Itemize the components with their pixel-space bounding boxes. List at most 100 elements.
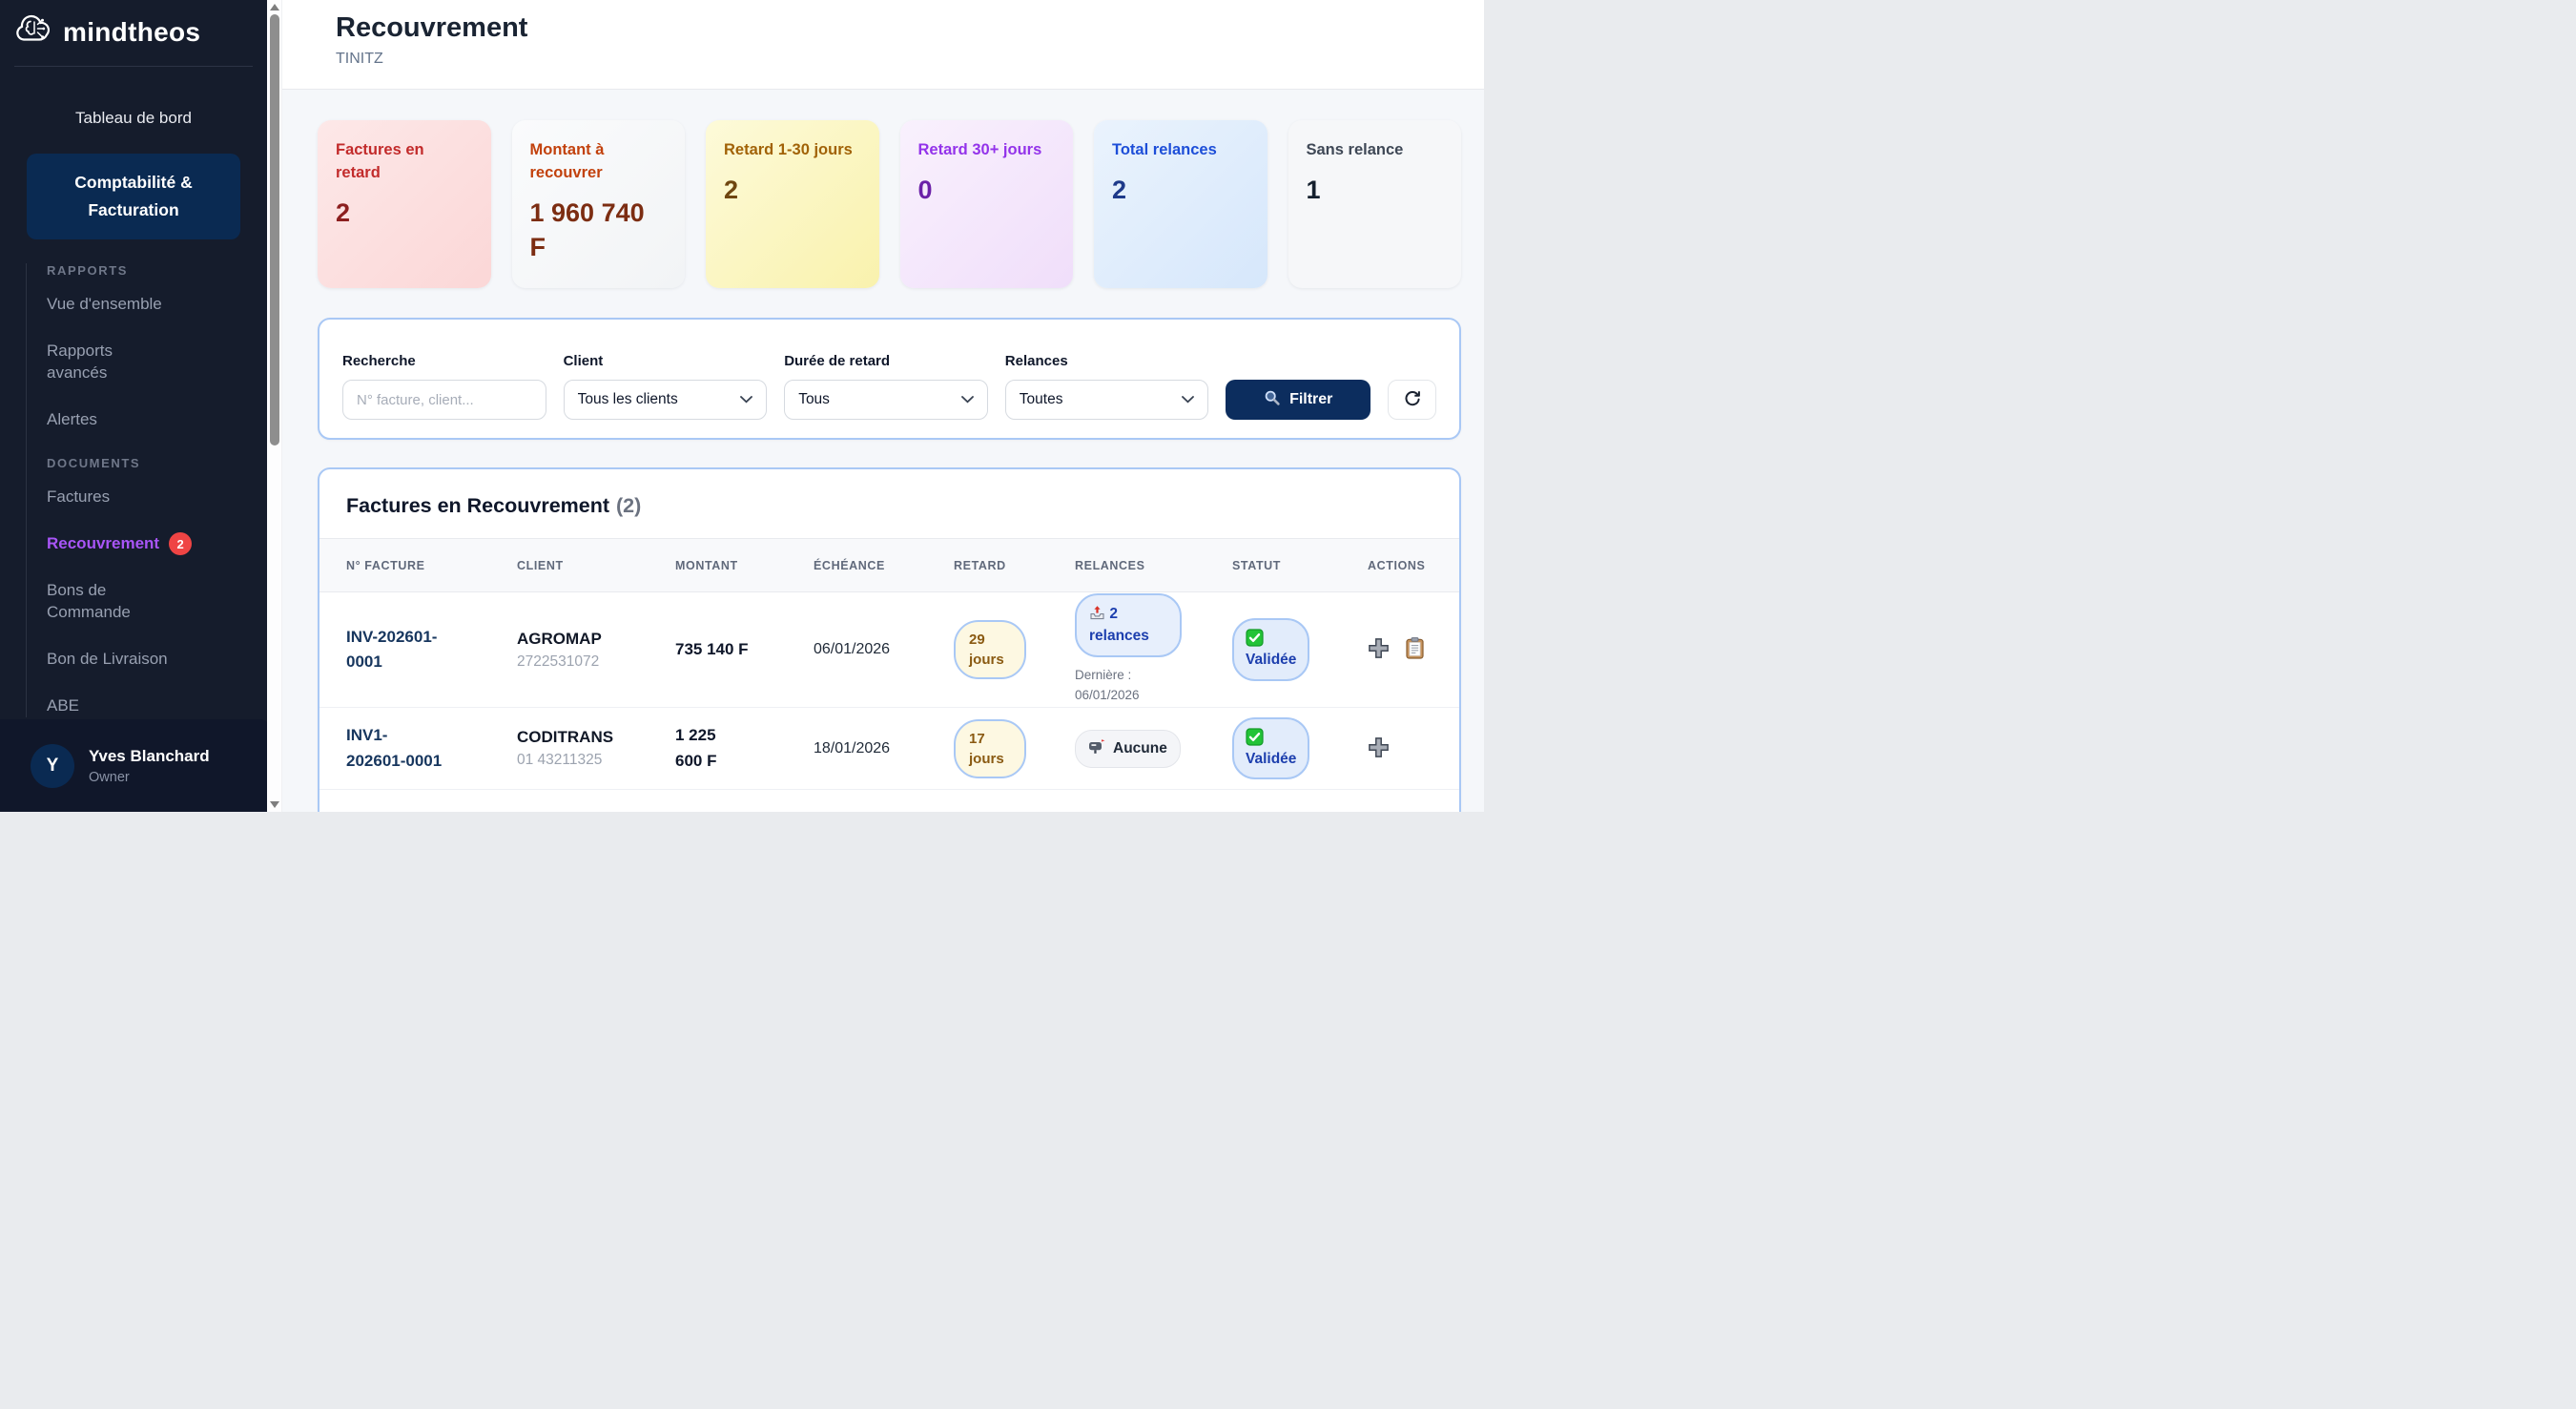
sidebar-item-abe[interactable]: ABE xyxy=(47,695,175,717)
sidebar-scrollbar[interactable] xyxy=(267,0,282,812)
sidebar-item-bon-de-livraison[interactable]: Bon de Livraison xyxy=(47,649,175,671)
delay-field-group: Durée de retard Tous xyxy=(784,353,988,420)
stat-card-factures-en-retard: Factures en retard 2 xyxy=(318,120,491,288)
stat-value: 1 xyxy=(1307,173,1444,207)
report-clipboard-button[interactable] xyxy=(1406,637,1424,662)
filter-button-label: Filtrer xyxy=(1289,391,1332,408)
column-header-statut: STATUT xyxy=(1232,559,1368,572)
green-check-icon xyxy=(1246,728,1296,746)
sidebar-item-tableau-de-bord[interactable]: Tableau de bord xyxy=(0,109,267,128)
delay-badge: 17 jours xyxy=(954,719,1026,778)
clipboard-icon xyxy=(1406,637,1424,662)
stat-label: Retard 1-30 jours xyxy=(724,139,861,162)
column-header-echeance: ÉCHÉANCE xyxy=(814,559,954,572)
stat-card-retard-30-plus-jours: Retard 30+ jours 0 xyxy=(900,120,1074,288)
user-card[interactable]: Y Yves Blanchard Owner xyxy=(0,719,267,812)
search-input[interactable] xyxy=(342,380,546,420)
status-badge: Validée xyxy=(1232,618,1309,681)
last-relance-label: Dernière : xyxy=(1075,666,1232,686)
client-field-group: Client Tous les clients xyxy=(564,353,768,420)
actions-cell xyxy=(1368,736,1459,761)
client-cell: CODITRANS 01 43211325 xyxy=(517,728,675,769)
page-title: Recouvrement xyxy=(336,12,1484,44)
stat-value: 2 xyxy=(1112,173,1249,207)
stat-label: Factures en retard xyxy=(336,139,473,185)
last-relance-date: 06/01/2026 xyxy=(1075,686,1232,706)
table-title: Factures en Recouvrement(2) xyxy=(319,469,1459,538)
sidebar-item-recouvrement[interactable]: Recouvrement 2 xyxy=(47,532,237,555)
sidebar: mindtheos Tableau de bord Comptabilité &… xyxy=(0,0,267,812)
refresh-button[interactable] xyxy=(1388,380,1436,420)
search-label: Recherche xyxy=(342,353,546,369)
stat-card-total-relances: Total relances 2 xyxy=(1094,120,1267,288)
column-header-montant: MONTANT xyxy=(675,559,814,572)
plus-icon xyxy=(1368,637,1390,662)
amount-cell: 735 140 F xyxy=(675,637,752,662)
invoice-number-link[interactable]: INV-202601-0001 xyxy=(346,625,444,675)
stat-label: Sans relance xyxy=(1307,139,1444,162)
relances-select[interactable]: Toutes xyxy=(1005,380,1209,420)
relances-label: Relances xyxy=(1005,353,1209,369)
sidebar-item-bons-de-commande[interactable]: Bons de Commande xyxy=(47,580,175,624)
chevron-down-icon xyxy=(740,391,752,408)
magnifier-icon xyxy=(1264,389,1281,411)
delay-cell: 29 jours xyxy=(954,620,1075,679)
client-name: AGROMAP xyxy=(517,630,675,649)
add-relance-button[interactable] xyxy=(1368,637,1390,662)
scrollbar-up-arrow-icon[interactable] xyxy=(270,4,279,10)
stat-label: Total relances xyxy=(1112,139,1249,162)
page-subtitle: TINITZ xyxy=(336,51,1484,68)
stat-value: 2 xyxy=(336,196,473,230)
sidebar-item-comptabilite-facturation[interactable]: Comptabilité & Facturation xyxy=(27,154,240,239)
last-relance-note: Dernière : 06/01/2026 xyxy=(1075,666,1232,706)
sidebar-item-rapports-avances[interactable]: Rapports avancés xyxy=(47,341,175,384)
chevron-down-icon xyxy=(1182,391,1194,408)
stats-row: Factures en retard 2 Montant à recouvrer… xyxy=(318,120,1461,288)
delay-select[interactable]: Tous xyxy=(784,380,988,420)
recouvrement-count-badge: 2 xyxy=(169,532,192,555)
page-content: Factures en retard 2 Montant à recouvrer… xyxy=(282,90,1484,812)
table-count: (2) xyxy=(616,494,641,517)
table-header-row: N° FACTURE CLIENT MONTANT ÉCHÉANCE RETAR… xyxy=(319,538,1459,592)
relances-field-group: Relances Toutes xyxy=(1005,353,1209,420)
sidebar-section-rapports: RAPPORTS xyxy=(47,263,267,278)
relances-cell: Aucune xyxy=(1075,730,1232,768)
invoice-number-link[interactable]: INV1-202601-0001 xyxy=(346,723,444,774)
stat-card-montant-a-recouvrer: Montant à recouvrer 1 960 740 F xyxy=(512,120,686,288)
due-date-cell: 18/01/2026 xyxy=(814,740,954,757)
column-header-facture: N° FACTURE xyxy=(346,559,517,572)
column-header-client: CLIENT xyxy=(517,559,675,572)
scrollbar-down-arrow-icon[interactable] xyxy=(270,801,279,808)
sidebar-groups: RAPPORTS Vue d'ensemble Rapports avancés… xyxy=(26,263,267,717)
column-header-actions: ACTIONS xyxy=(1368,559,1459,572)
column-header-relances: RELANCES xyxy=(1075,559,1232,572)
outbox-tray-icon xyxy=(1089,606,1105,622)
search-field-group: Recherche xyxy=(342,353,546,420)
stat-value: 0 xyxy=(918,173,1056,207)
delay-badge: 29 jours xyxy=(954,620,1026,679)
filter-bar: Recherche Client Tous les clients Durée … xyxy=(318,318,1461,440)
scrollbar-thumb[interactable] xyxy=(270,14,279,445)
add-relance-button[interactable] xyxy=(1368,736,1390,761)
client-name: CODITRANS xyxy=(517,728,675,747)
sidebar-item-recouvrement-label: Recouvrement xyxy=(47,533,159,555)
relances-select-value: Toutes xyxy=(1020,391,1063,408)
column-header-retard: RETARD xyxy=(954,559,1075,572)
status-badge-label: Validée xyxy=(1246,652,1296,668)
client-select-value: Tous les clients xyxy=(578,391,678,408)
sidebar-item-alertes[interactable]: Alertes xyxy=(47,409,175,431)
sidebar-item-vue-densemble[interactable]: Vue d'ensemble xyxy=(47,294,175,316)
client-cell: AGROMAP 2722531072 xyxy=(517,630,675,671)
relances-cell: 2 relances Dernière : 06/01/2026 xyxy=(1075,593,1232,706)
delay-select-value: Tous xyxy=(798,391,830,408)
relances-badge: 2 relances xyxy=(1075,593,1182,657)
brain-cloud-logo-icon xyxy=(14,12,56,52)
sidebar-item-factures[interactable]: Factures xyxy=(47,487,175,508)
stat-label: Montant à recouvrer xyxy=(530,139,668,185)
client-select[interactable]: Tous les clients xyxy=(564,380,768,420)
user-info: Yves Blanchard Owner xyxy=(89,747,210,785)
delay-cell: 17 jours xyxy=(954,719,1075,778)
actions-cell xyxy=(1368,637,1459,662)
filter-button[interactable]: Filtrer xyxy=(1226,380,1370,420)
main-area: Recouvrement TINITZ Factures en retard 2… xyxy=(282,0,1484,812)
